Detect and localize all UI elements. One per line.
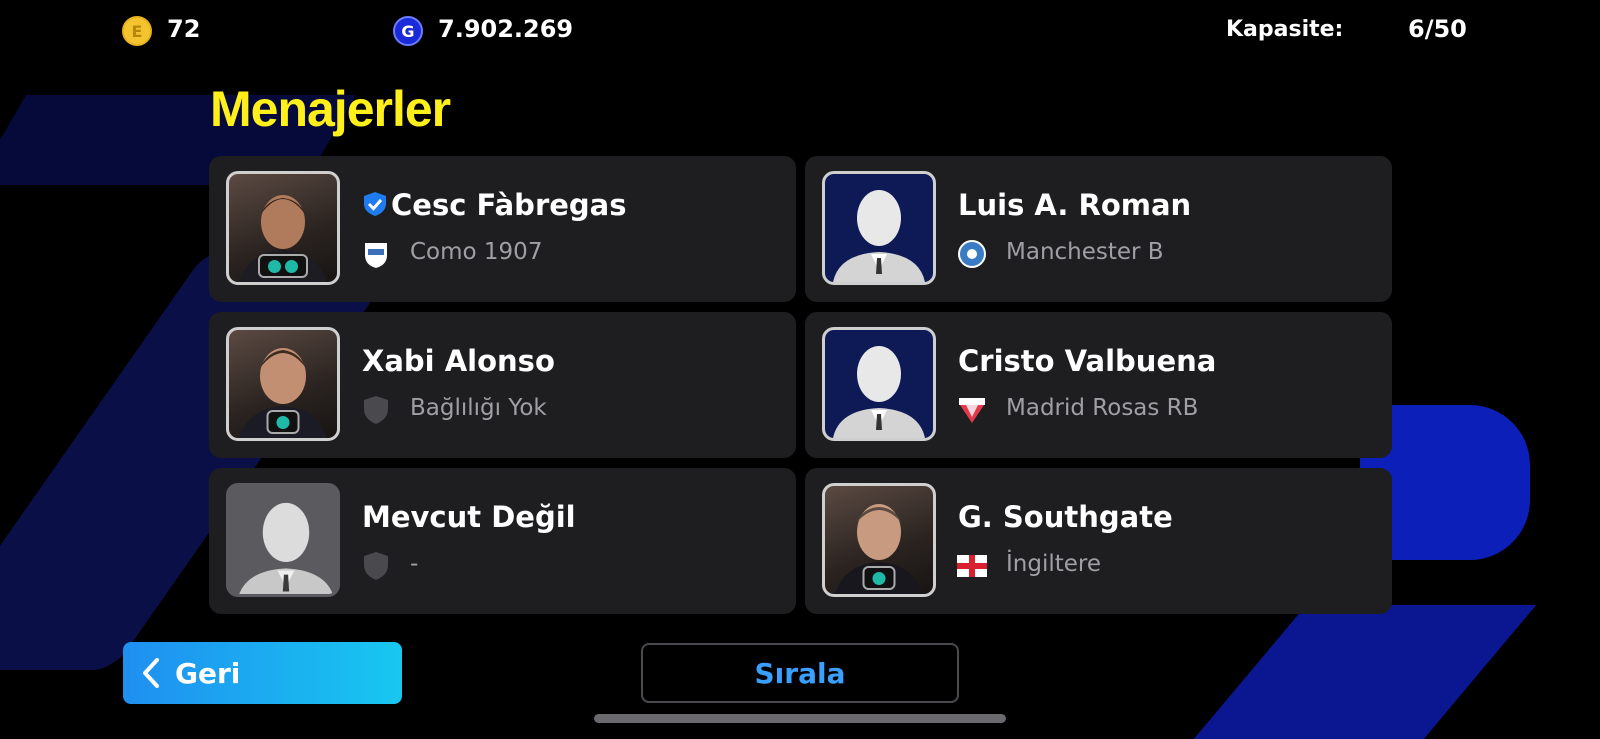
sort-button[interactable]: Sırala xyxy=(641,643,959,703)
silhouette-icon xyxy=(833,190,925,282)
verified-shield-icon xyxy=(364,192,386,216)
manager-portrait xyxy=(226,483,340,597)
manager-card[interactable]: Cristo Valbuena Madrid Rosas RB xyxy=(805,312,1392,458)
manager-name: Xabi Alonso xyxy=(362,344,555,378)
manager-portrait xyxy=(822,327,936,441)
manager-club: Manchester B xyxy=(1006,239,1164,265)
efootball-coin-icon: E xyxy=(122,16,152,46)
silhouette-icon xyxy=(833,346,925,438)
manager-portrait xyxy=(822,171,936,285)
club-crest-icon xyxy=(361,239,391,269)
manager-portrait xyxy=(226,327,340,441)
top-bar: E 72 G 7.902.269 Kapasite: 6/50 xyxy=(0,0,1600,62)
manager-portrait xyxy=(822,483,936,597)
gp-value: 7.902.269 xyxy=(438,15,574,43)
manager-card[interactable]: Luis A. Roman Manchester B xyxy=(805,156,1392,302)
manager-card[interactable]: G. Southgate İngiltere xyxy=(805,468,1392,614)
coins-value: 72 xyxy=(167,15,201,43)
manager-portrait xyxy=(226,171,340,285)
manager-card[interactable]: Xabi Alonso Bağlılığı Yok xyxy=(209,312,796,458)
capacity-label: Kapasite: xyxy=(1226,17,1344,42)
skill-badge-icon xyxy=(266,410,300,434)
silhouette-icon xyxy=(239,502,333,594)
skill-badge-icon xyxy=(258,254,308,278)
home-indicator[interactable] xyxy=(594,714,1006,723)
england-flag-icon xyxy=(957,551,987,581)
manager-name: Cesc Fàbregas xyxy=(391,188,627,222)
manager-name: Cristo Valbuena xyxy=(958,344,1217,378)
manager-club: Madrid Rosas RB xyxy=(1006,395,1199,421)
manager-card[interactable]: Cesc Fàbregas Como 1907 xyxy=(209,156,796,302)
manager-club: - xyxy=(410,551,419,577)
manager-club: Bağlılığı Yok xyxy=(410,395,547,421)
manager-name: Mevcut Değil xyxy=(362,500,576,534)
chevron-left-icon xyxy=(143,658,159,688)
skill-badge-icon xyxy=(862,566,896,590)
no-club-shield-icon xyxy=(361,395,391,425)
gp-icon: G xyxy=(393,16,423,46)
no-club-shield-icon xyxy=(361,551,391,581)
back-button[interactable]: Geri xyxy=(123,642,402,704)
background-shape xyxy=(1193,605,1537,739)
manager-card[interactable]: Mevcut Değil - xyxy=(209,468,796,614)
capacity-value: 6/50 xyxy=(1408,15,1467,43)
manager-club: Como 1907 xyxy=(410,239,543,265)
manager-name: G. Southgate xyxy=(958,500,1173,534)
manager-club: İngiltere xyxy=(1006,551,1102,577)
sort-button-label: Sırala xyxy=(754,656,846,690)
back-button-label: Geri xyxy=(175,656,241,690)
club-crest-icon xyxy=(957,239,987,269)
manager-name: Luis A. Roman xyxy=(958,188,1192,222)
club-crest-icon xyxy=(957,395,987,425)
page-title: Menajerler xyxy=(210,81,451,137)
